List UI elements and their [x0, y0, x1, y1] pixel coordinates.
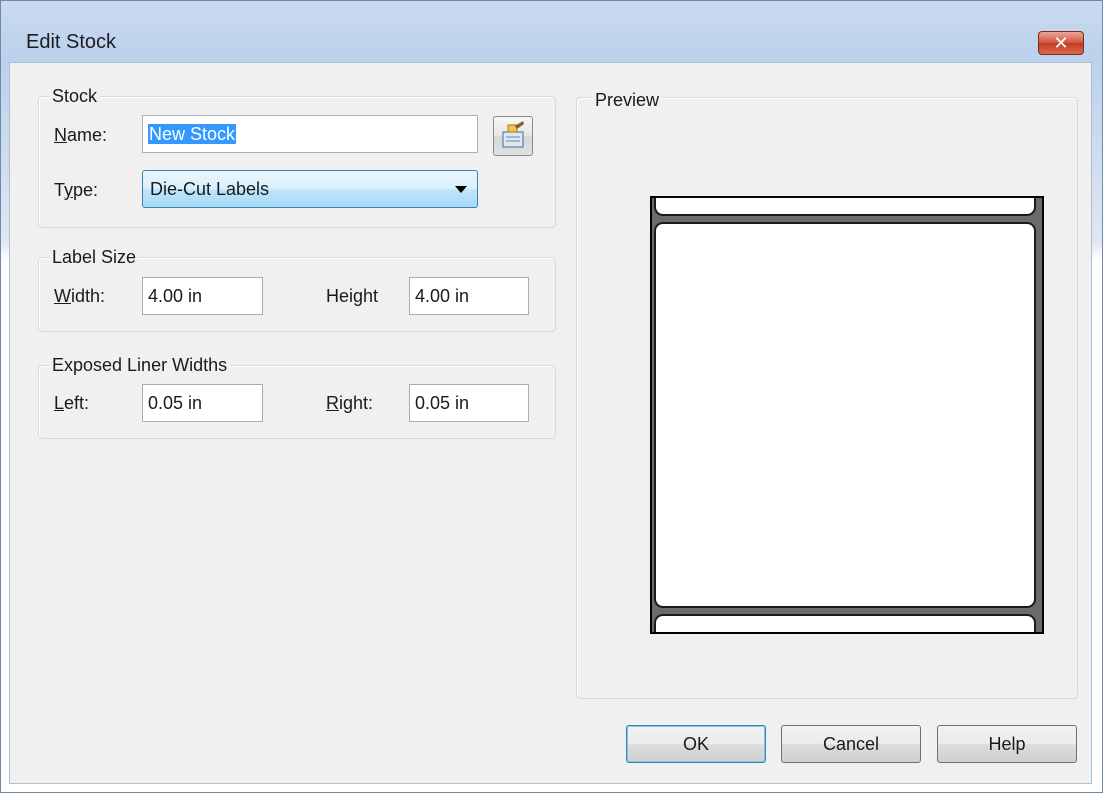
label-preview-main: [654, 222, 1036, 608]
ok-button[interactable]: OK: [626, 725, 766, 763]
name-input[interactable]: New Stock: [142, 115, 478, 153]
preview-legend: Preview: [592, 88, 663, 112]
liner-widths-legend: Exposed Liner Widths: [49, 353, 231, 377]
width-label: Width:: [54, 286, 106, 306]
label-size-legend: Label Size: [49, 245, 140, 269]
close-button[interactable]: ✕: [1038, 31, 1084, 55]
left-input[interactable]: 0.05 in: [142, 384, 263, 422]
stock-properties-icon: [502, 121, 524, 148]
right-input[interactable]: 0.05 in: [409, 384, 529, 422]
type-label: Type:: [54, 180, 99, 200]
right-label: Right:: [326, 393, 374, 413]
help-button[interactable]: Help: [937, 725, 1077, 763]
cancel-button[interactable]: Cancel: [781, 725, 921, 763]
stock-group-legend: Stock: [49, 84, 101, 108]
stock-properties-button[interactable]: [493, 116, 533, 156]
width-input[interactable]: 4.00 in: [142, 277, 263, 315]
label-preview-bottom-partial: [654, 614, 1036, 634]
label-preview-top-partial: [654, 196, 1036, 216]
height-input[interactable]: 4.00 in: [409, 277, 529, 315]
name-label: Name:: [54, 125, 108, 145]
type-select-value: Die-Cut Labels: [150, 179, 270, 199]
liner-bottom-edge: [650, 632, 1044, 634]
left-label: Left:: [54, 393, 90, 413]
chevron-down-icon: [455, 186, 467, 193]
close-icon: ✕: [1053, 32, 1069, 54]
type-select[interactable]: Die-Cut Labels: [142, 170, 478, 208]
window-title: Edit Stock: [26, 31, 117, 53]
name-input-value: New Stock: [148, 124, 237, 144]
title-bar[interactable]: Edit Stock ✕: [1, 1, 1102, 63]
height-label: Height: [326, 286, 379, 306]
liner-top-edge: [650, 196, 1044, 198]
